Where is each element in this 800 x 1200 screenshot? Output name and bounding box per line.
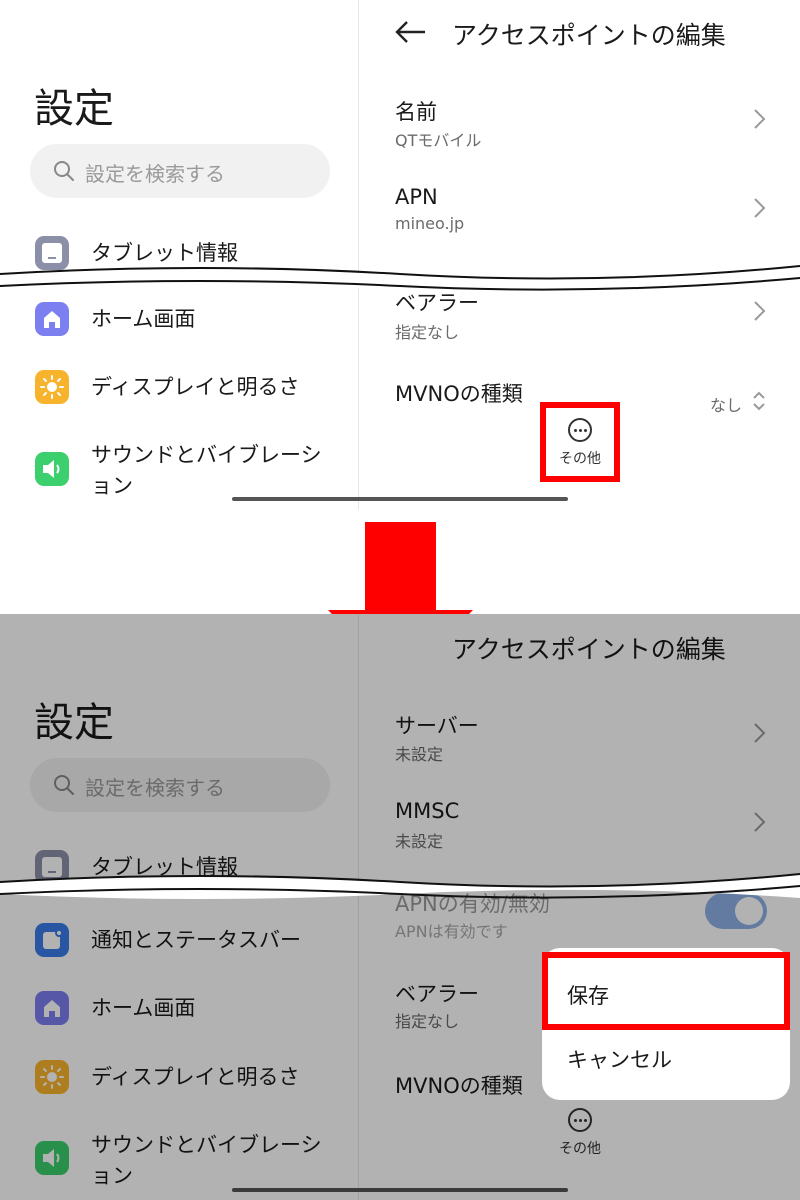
setting-name: 名前 [395,100,437,124]
sidebar-item-label: ホーム画面 [91,307,196,331]
search-input[interactable]: 設定を検索する [30,144,330,198]
sidebar-item-label: サウンドとバイブレーション [91,443,322,498]
chevron-right-icon [754,301,766,321]
pane-divider [358,0,359,510]
speaker-icon [35,452,69,486]
settings-title: 設定 [34,86,114,132]
sun-icon [35,370,69,404]
chevron-right-icon [754,109,766,129]
setting-value: なし [710,396,743,415]
home-icon [35,302,69,336]
setting-name: MVNOの種類 [395,382,523,406]
chevron-updown-icon [753,391,765,411]
search-icon [54,161,74,181]
bottom-screenshot: 設定 設定を検索する タブレット情報 通知とステータスバー ホーム画面 ディスプ… [0,614,800,1200]
sidebar-item-label: ディスプレイと明るさ [91,375,300,399]
nav-handle[interactable] [232,497,568,501]
chevron-right-icon [754,198,766,218]
cut-line [0,873,800,899]
back-arrow-icon[interactable] [395,20,427,44]
setting-value: mineo.jp [395,214,465,233]
top-screenshot: 設定 設定を検索する タブレット情報 ホーム画面 ディスプレイと明るさ サウンド… [0,0,800,510]
setting-value: 指定なし [395,323,460,342]
menu-item-cancel[interactable]: キャンセル [567,1044,672,1074]
setting-name: APN [395,185,438,209]
highlight-box [540,402,620,482]
page-title: アクセスポイントの編集 [452,21,726,50]
cut-line [0,265,800,291]
setting-value: QTモバイル [395,131,482,150]
search-placeholder: 設定を検索する [85,162,225,186]
highlight-box [542,952,790,1030]
